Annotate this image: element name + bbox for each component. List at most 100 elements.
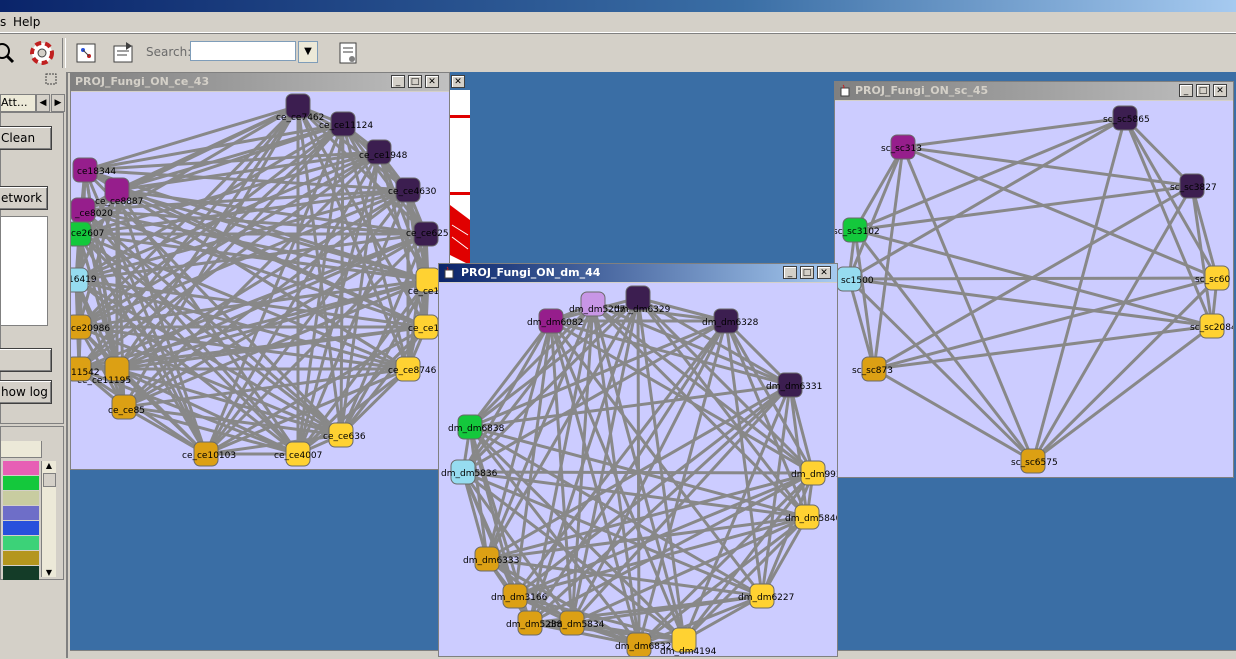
palette-scrollbar[interactable]: ▲ ▼ [41, 461, 56, 577]
window-title-sc45[interactable]: PROJ_Fungi_ON_sc_45 [835, 82, 1233, 100]
menu-item-partial[interactable]: s [0, 15, 6, 29]
network-node[interactable]: ce_ce7462 [276, 93, 324, 123]
node-label: ce_ce7462 [276, 113, 324, 123]
node-label: ce_ce85 [108, 406, 145, 416]
window-title-dm44[interactable]: PROJ_Fungi_ON_dm_44 [439, 264, 837, 282]
network-window-dm44[interactable]: PROJ_Fungi_ON_dm_44 _ □ ✕ dm_dm6329 dm_dm… [438, 263, 838, 657]
palette-swatch[interactable] [3, 521, 39, 535]
blank-button[interactable] [0, 348, 52, 372]
node-label: sc_sc60 [1195, 275, 1231, 285]
background-window-edge [450, 90, 470, 270]
network-node[interactable]: sc_sc313 [881, 134, 922, 160]
node-label: dm_dm6227 [738, 593, 794, 603]
minimize-button[interactable]: _ [1179, 84, 1193, 97]
export-network-icon[interactable] [108, 38, 138, 68]
maximize-button[interactable]: □ [408, 75, 422, 88]
palette-swatch[interactable] [3, 506, 39, 520]
close-button[interactable]: ✕ [817, 266, 831, 279]
menu-item-help[interactable]: Help [13, 15, 40, 29]
maximize-button[interactable]: □ [800, 266, 814, 279]
palette-swatch[interactable] [3, 566, 39, 580]
node-label: 16419 [71, 275, 97, 285]
palette-swatch[interactable] [3, 551, 39, 565]
palette-swatch[interactable] [3, 476, 39, 490]
background-close-button[interactable]: ✕ [451, 75, 465, 88]
minimize-button[interactable]: _ [391, 75, 405, 88]
node-label: dm_dm6832 [615, 642, 671, 652]
node-label: sc_sc873 [852, 366, 893, 376]
network-canvas[interactable]: sc_sc5865 sc_sc3827 sc_sc60 sc_sc2084 sc_sc6… [835, 101, 1233, 477]
float-panel-icon[interactable] [44, 72, 58, 86]
node-label: ce_ce4007 [274, 451, 322, 461]
node-label: dm_dm5840 [785, 514, 837, 524]
network-edge[interactable] [461, 303, 595, 473]
node-label: dm_dm5836 [441, 469, 498, 479]
node-label: ce18344 [77, 167, 116, 177]
node-label: ce_ce636 [323, 432, 366, 442]
node-label: ce_ce8746 [388, 366, 437, 376]
network-canvas[interactable]: dm_dm6329 dm_dm6328 dm_dm6331 dm_dm993 dm_dm… [439, 283, 837, 656]
control-panel: Att... ◀ ▶ Clean etwork how log ▲ ▼ [0, 72, 68, 658]
search-input[interactable] [190, 41, 296, 61]
node-label: sc_sc2084 [1190, 323, 1233, 333]
network-edge[interactable] [848, 277, 1213, 328]
node-label: dm_dm6328 [702, 318, 759, 328]
node-label: dm_dm5207 [569, 305, 625, 315]
menu-bar: s Help [0, 12, 1236, 33]
toolbar: Search: ▼ [0, 33, 1236, 73]
node-label: sc_sc3827 [1170, 183, 1217, 193]
app-title-bar [0, 0, 1236, 12]
show-log-button[interactable]: how log [0, 380, 52, 404]
palette-swatch[interactable] [3, 536, 39, 550]
import-network-icon[interactable] [71, 38, 101, 68]
scroll-up-arrow[interactable]: ▲ [42, 461, 56, 470]
network-node[interactable]: 11542 [71, 356, 100, 382]
search-dropdown-button[interactable]: ▼ [298, 41, 318, 63]
network-edge[interactable] [682, 515, 809, 642]
maximize-button[interactable]: □ [1196, 84, 1210, 97]
network-node[interactable]: dm_dm5836 [441, 459, 498, 485]
close-button[interactable]: ✕ [425, 75, 439, 88]
search-label: Search: [146, 45, 192, 59]
network-node[interactable]: dm_dm6333 [463, 546, 519, 572]
palette-header [1, 441, 42, 458]
network-node[interactable]: sc1500 [836, 266, 874, 292]
scroll-down-arrow[interactable]: ▼ [42, 568, 56, 577]
close-button[interactable]: ✕ [1213, 84, 1227, 97]
network-button[interactable]: etwork [0, 186, 48, 210]
node-label: ce20986 [71, 324, 110, 334]
zoom-icon[interactable] [0, 38, 22, 68]
tab-attributes[interactable]: Att... [0, 94, 36, 112]
settings-icon[interactable] [333, 38, 363, 68]
palette-swatch[interactable] [3, 461, 39, 475]
color-palette-panel: ▲ ▼ [0, 426, 64, 580]
network-list[interactable] [0, 216, 48, 326]
network-node[interactable]: ce_ce636 [323, 422, 366, 448]
node-label: ce_ce1948 [359, 151, 408, 161]
clean-button[interactable]: Clean [0, 126, 52, 150]
node-label: sc_sc3102 [835, 227, 880, 237]
minimize-button[interactable]: _ [783, 266, 797, 279]
tab-scroll-left[interactable]: ◀ [36, 94, 50, 112]
network-edge[interactable] [1031, 185, 1194, 462]
tab-scroll-right[interactable]: ▶ [51, 94, 65, 112]
node-label: ce_ce10103 [182, 451, 236, 461]
node-label: dm_dm6082 [527, 318, 583, 328]
network-edge[interactable] [853, 229, 1035, 462]
network-window-sc45[interactable]: PROJ_Fungi_ON_sc_45 _ □ ✕ sc_sc5865 sc_sc… [834, 81, 1234, 478]
network-window-ce43[interactable]: PROJ_Fungi_ON_ce_43 _ □ ✕ ce_ce7462 ce_ce… [70, 72, 450, 470]
toolbar-separator [62, 38, 66, 68]
java-cup-icon [443, 266, 456, 279]
lifebuoy-icon[interactable] [27, 38, 57, 68]
node-label: dm_dm6331 [766, 382, 822, 392]
network-node[interactable]: sc_sc2084 [1190, 313, 1233, 339]
node-label: dm_dm6838 [448, 424, 505, 434]
palette-swatch[interactable] [3, 491, 39, 505]
node-label: _ce8020 [74, 209, 113, 219]
node-label: dm_dm3166 [491, 593, 548, 603]
network-canvas[interactable]: ce_ce7462 ce_ce11124 ce_ce1948 ce_ce4630 ce_… [71, 92, 449, 469]
node-label: dm_dm993 [791, 470, 837, 480]
network-edge[interactable] [853, 146, 905, 231]
scroll-thumb[interactable] [43, 473, 56, 487]
node-label: ce_ce4630 [388, 187, 437, 197]
